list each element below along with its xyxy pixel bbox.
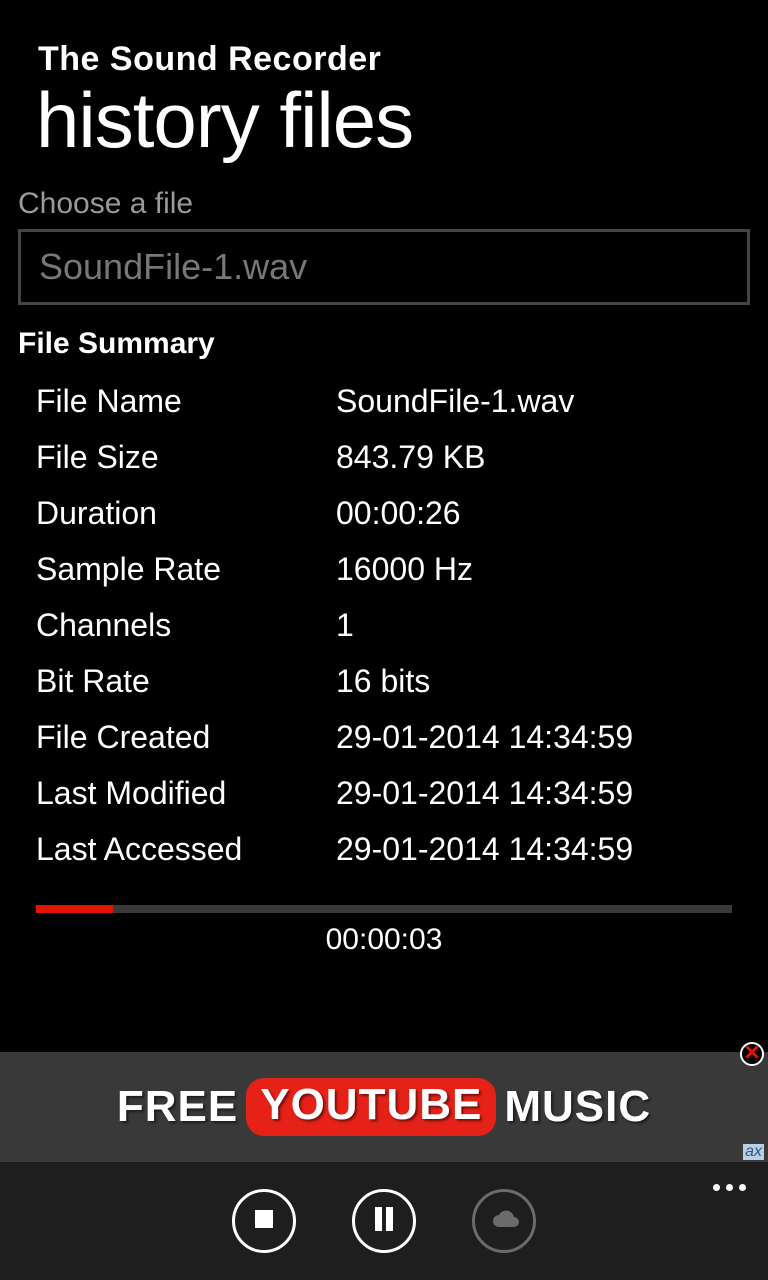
summary-row-channels: Channels 1: [36, 597, 750, 653]
file-selector-value: SoundFile-1.wav: [39, 246, 307, 288]
summary-row-duration: Duration 00:00:26: [36, 485, 750, 541]
summary-row-created: File Created 29-01-2014 14:34:59: [36, 709, 750, 765]
summary-label: Last Accessed: [36, 831, 336, 868]
summary-value: 29-01-2014 14:34:59: [336, 831, 633, 868]
ad-text-music: MUSIC: [504, 1082, 651, 1132]
more-button[interactable]: [713, 1184, 746, 1191]
ad-close-button[interactable]: [740, 1042, 764, 1066]
summary-value: 843.79 KB: [336, 439, 485, 476]
summary-value: 1: [336, 607, 354, 644]
cloud-icon: [487, 1207, 521, 1236]
summary-label: Sample Rate: [36, 551, 336, 588]
dot-icon: [713, 1184, 720, 1191]
summary-label: Last Modified: [36, 775, 336, 812]
summary-label: File Name: [36, 383, 336, 420]
ad-text-free: FREE: [117, 1082, 238, 1132]
summary-label: Channels: [36, 607, 336, 644]
dot-icon: [726, 1184, 733, 1191]
dot-icon: [739, 1184, 746, 1191]
summary-value: 29-01-2014 14:34:59: [336, 719, 633, 756]
stop-icon: [253, 1208, 275, 1235]
summary-row-modified: Last Modified 29-01-2014 14:34:59: [36, 765, 750, 821]
pause-button[interactable]: [352, 1189, 416, 1253]
summary-label: Duration: [36, 495, 336, 532]
summary-label: Bit Rate: [36, 663, 336, 700]
choose-file-label: Choose a file: [18, 187, 750, 221]
ad-text-youtube: YOUTUBE: [260, 1080, 482, 1130]
summary-row-accessed: Last Accessed 29-01-2014 14:34:59: [36, 821, 750, 877]
summary-label: File Created: [36, 719, 336, 756]
page-title: history files: [36, 81, 750, 159]
summary-value: SoundFile-1.wav: [336, 383, 574, 420]
summary-value: 16000 Hz: [336, 551, 473, 588]
ad-banner[interactable]: FREE YOUTUBE MUSIC ax: [0, 1052, 768, 1162]
summary-row-filename: File Name SoundFile-1.wav: [36, 373, 750, 429]
file-summary-header: File Summary: [18, 327, 750, 361]
summary-value: 29-01-2014 14:34:59: [336, 775, 633, 812]
summary-value: 00:00:26: [336, 495, 461, 532]
ad-network-tag: ax: [743, 1144, 764, 1160]
playback-elapsed: 00:00:03: [36, 923, 732, 957]
file-summary-table: File Name SoundFile-1.wav File Size 843.…: [18, 373, 750, 877]
app-title: The Sound Recorder: [38, 40, 750, 79]
summary-label: File Size: [36, 439, 336, 476]
summary-row-samplerate: Sample Rate 16000 Hz: [36, 541, 750, 597]
summary-value: 16 bits: [336, 663, 430, 700]
stop-button[interactable]: [232, 1189, 296, 1253]
app-bar: [0, 1162, 768, 1280]
cloud-upload-button[interactable]: [472, 1189, 536, 1253]
pause-icon: [373, 1206, 395, 1237]
file-selector[interactable]: SoundFile-1.wav: [18, 229, 750, 305]
close-icon: [745, 1045, 759, 1064]
playback-progress[interactable]: [36, 905, 732, 913]
summary-row-bitrate: Bit Rate 16 bits: [36, 653, 750, 709]
summary-row-filesize: File Size 843.79 KB: [36, 429, 750, 485]
ad-youtube-pill: YOUTUBE: [246, 1078, 496, 1136]
playback-progress-fill: [36, 905, 113, 913]
